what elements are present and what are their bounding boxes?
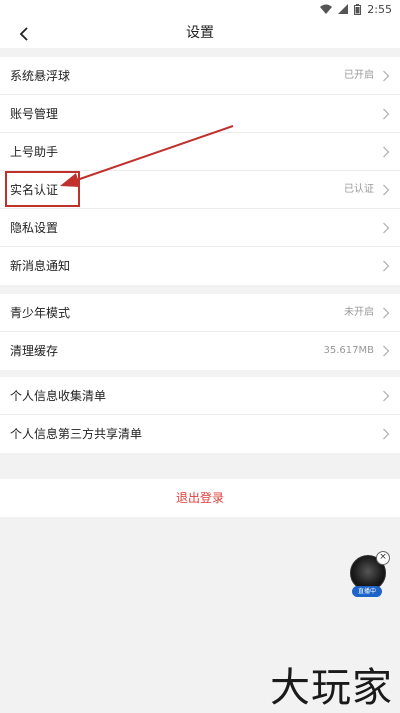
row-label: 清理缓存 [10,344,59,358]
chevron-right-icon [383,146,390,158]
setting-new-message-notification[interactable]: 新消息通知 [0,247,400,285]
setting-personal-info-collection-list[interactable]: 个人信息收集清单 [0,377,400,415]
battery-icon [354,3,362,15]
chevron-right-icon [383,184,390,196]
status-time: 2:55 [367,2,392,16]
row-value: 未开启 [344,307,374,318]
settings-group-2: 青少年模式 未开启 清理缓存 35.617MB [0,294,400,370]
chevron-right-icon [383,390,390,402]
row-value: 已认证 [344,184,374,195]
row-label: 上号助手 [10,145,59,159]
signal-icon [338,4,349,14]
setting-clear-cache[interactable]: 清理缓存 35.617MB [0,332,400,370]
setting-floating-ball[interactable]: 系统悬浮球 已开启 [0,57,400,95]
close-icon[interactable]: × [376,551,390,565]
row-value: 35.617MB [323,345,374,356]
floating-live-widget[interactable]: × 直播中 [348,551,390,599]
chevron-right-icon [383,307,390,319]
status-icons: 2:55 [320,2,392,16]
status-bar: 2:55 [0,0,400,18]
setting-privacy[interactable]: 隐私设置 [0,209,400,247]
nav-bar: 设置 [0,18,400,48]
row-label: 新消息通知 [10,259,71,273]
row-label: 账号管理 [10,107,59,121]
page-title: 设置 [186,25,214,41]
row-label: 青少年模式 [10,306,71,320]
row-label: 个人信息第三方共享清单 [10,427,143,441]
logout-button[interactable]: 退出登录 [0,479,400,517]
chevron-right-icon [383,345,390,357]
chevron-right-icon [383,260,390,272]
wifi-icon [320,4,333,14]
setting-login-assistant[interactable]: 上号助手 [0,133,400,171]
row-label: 隐私设置 [10,221,59,235]
chevron-right-icon [383,222,390,234]
setting-third-party-sharing-list[interactable]: 个人信息第三方共享清单 [0,415,400,453]
row-label: 系统悬浮球 [10,69,71,83]
row-label: 个人信息收集清单 [10,389,107,403]
chevron-right-icon [383,428,390,440]
watermark-logo: 大玩家 [270,665,393,711]
setting-teen-mode[interactable]: 青少年模式 未开启 [0,294,400,332]
settings-group-3: 个人信息收集清单 个人信息第三方共享清单 [0,377,400,453]
setting-account-management[interactable]: 账号管理 [0,95,400,133]
row-value: 已开启 [344,70,374,81]
live-badge: 直播中 [352,586,382,597]
annotation-highlight-box [5,171,80,207]
chevron-right-icon [383,108,390,120]
chevron-right-icon [383,70,390,82]
